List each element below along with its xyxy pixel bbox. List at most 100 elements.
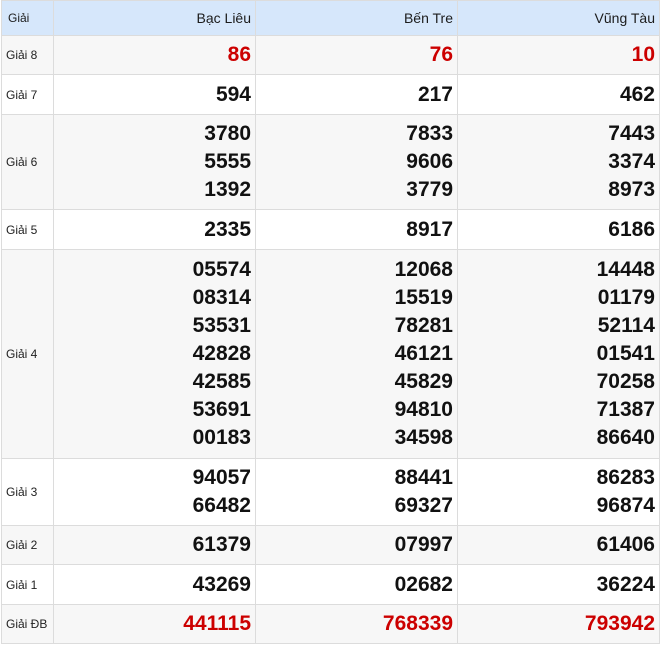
prize-number: 36224 bbox=[596, 572, 655, 596]
prize-number: 3779 bbox=[406, 178, 453, 201]
province-header-bac-lieu: Bạc Liêu bbox=[53, 0, 256, 36]
prize-cell-vung-tau: 86283 96874 bbox=[457, 458, 660, 526]
prize-number: 34598 bbox=[394, 426, 453, 449]
prize-number: 10 bbox=[631, 43, 655, 66]
prize-cell-vung-tau: 10 bbox=[457, 35, 660, 75]
prize-number: 15519 bbox=[394, 286, 453, 309]
prize-number: 76 bbox=[429, 43, 453, 66]
prize-cell-bac-lieu: 594 bbox=[53, 74, 256, 115]
prize-label: Giải 3 bbox=[1, 458, 54, 526]
prize-number: 8917 bbox=[406, 217, 453, 241]
prize-row: Giải 8 86 76 10 bbox=[1, 35, 660, 75]
prize-row: Giải 7 594 217 462 bbox=[1, 74, 660, 115]
province-header-ben-tre: Bến Tre bbox=[255, 0, 458, 36]
prize-number: 462 bbox=[619, 82, 655, 106]
prize-cell-vung-tau: 7443 3374 8973 bbox=[457, 114, 660, 210]
prize-cell-ben-tre: 7833 9606 3779 bbox=[255, 114, 458, 210]
prize-row: Giải ĐB 441115 768339 793942 bbox=[1, 604, 660, 644]
prize-number: 01179 bbox=[597, 286, 655, 309]
prize-number: 7833 bbox=[406, 122, 453, 145]
prize-number: 00183 bbox=[192, 426, 251, 449]
prize-number: 441115 bbox=[183, 612, 251, 635]
prize-number: 70258 bbox=[596, 370, 655, 393]
prize-number: 53691 bbox=[192, 398, 251, 421]
prize-number: 88441 bbox=[394, 466, 453, 489]
prize-number: 61379 bbox=[192, 533, 251, 556]
prize-number: 45829 bbox=[394, 370, 453, 393]
prize-cell-bac-lieu: 61379 bbox=[53, 525, 256, 565]
prize-number: 86283 bbox=[596, 466, 655, 489]
prize-number: 71387 bbox=[596, 398, 655, 421]
prize-cell-ben-tre: 76 bbox=[255, 35, 458, 75]
prize-cell-ben-tre: 8917 bbox=[255, 209, 458, 250]
prize-number: 61406 bbox=[596, 533, 655, 556]
prize-row: Giải 4 05574 08314 53531 42828 42585 53691 0018… bbox=[1, 249, 660, 459]
prize-number: 2335 bbox=[204, 217, 251, 241]
prize-number: 46121 bbox=[394, 342, 453, 365]
prize-label: Giải 2 bbox=[1, 525, 54, 565]
prize-number: 78281 bbox=[394, 314, 453, 337]
prize-cell-vung-tau: 462 bbox=[457, 74, 660, 115]
prize-number: 96874 bbox=[596, 494, 655, 517]
prize-row: Giải 5 2335 8917 6186 bbox=[1, 209, 660, 250]
prize-cell-vung-tau: 793942 bbox=[457, 604, 660, 644]
prize-number: 14448 bbox=[596, 258, 655, 281]
prize-number: 594 bbox=[215, 82, 251, 106]
prize-label: Giải 8 bbox=[1, 35, 54, 75]
prize-cell-bac-lieu: 43269 bbox=[53, 564, 256, 605]
prize-cell-bac-lieu: 05574 08314 53531 42828 42585 53691 00183 bbox=[53, 249, 256, 459]
prize-number: 217 bbox=[417, 82, 453, 106]
prize-cell-bac-lieu: 86 bbox=[53, 35, 256, 75]
prize-number: 12068 bbox=[394, 258, 453, 281]
prize-row: Giải 2 61379 07997 61406 bbox=[1, 525, 660, 565]
prize-number: 6186 bbox=[608, 217, 655, 241]
prize-cell-vung-tau: 61406 bbox=[457, 525, 660, 565]
header-row: Giải Bạc Liêu Bến Tre Vũng Tàu bbox=[1, 0, 660, 36]
prize-column-header: Giải bbox=[1, 0, 54, 36]
prize-number: 768339 bbox=[382, 612, 453, 635]
prize-number: 86 bbox=[227, 43, 251, 66]
prize-cell-vung-tau: 6186 bbox=[457, 209, 660, 250]
prize-number: 52114 bbox=[597, 314, 655, 337]
prize-row: Giải 6 3780 5555 1392 7833 9606 3779 7443 3374 89… bbox=[1, 114, 660, 210]
prize-row: Giải 1 43269 02682 36224 bbox=[1, 564, 660, 605]
prize-cell-ben-tre: 07997 bbox=[255, 525, 458, 565]
prize-label: Giải 6 bbox=[1, 114, 54, 210]
prize-number: 08314 bbox=[192, 286, 251, 309]
prize-cell-ben-tre: 02682 bbox=[255, 564, 458, 605]
province-header-vung-tau: Vũng Tàu bbox=[457, 0, 660, 36]
prize-number: 01541 bbox=[596, 342, 655, 365]
prize-number: 66482 bbox=[192, 494, 251, 517]
prize-number: 69327 bbox=[394, 494, 453, 517]
prize-number: 53531 bbox=[192, 314, 251, 337]
lottery-results-table: Giải Bạc Liêu Bến Tre Vũng Tàu Giải 8 86 7… bbox=[1, 0, 660, 644]
prize-number: 9606 bbox=[406, 150, 453, 173]
prize-label: Giải 7 bbox=[1, 74, 54, 115]
prize-cell-ben-tre: 88441 69327 bbox=[255, 458, 458, 526]
prize-label: Giải 4 bbox=[1, 249, 54, 459]
prize-label: Giải 1 bbox=[1, 564, 54, 605]
prize-number: 42828 bbox=[192, 342, 251, 365]
prize-number: 94810 bbox=[394, 398, 453, 421]
prize-cell-bac-lieu: 441115 bbox=[53, 604, 256, 644]
prize-cell-bac-lieu: 2335 bbox=[53, 209, 256, 250]
prize-label: Giải ĐB bbox=[1, 604, 54, 644]
prize-number: 43269 bbox=[192, 572, 251, 596]
prize-cell-bac-lieu: 3780 5555 1392 bbox=[53, 114, 256, 210]
prize-label: Giải 5 bbox=[1, 209, 54, 250]
prize-cell-vung-tau: 36224 bbox=[457, 564, 660, 605]
prize-number: 793942 bbox=[584, 612, 655, 635]
prize-cell-ben-tre: 217 bbox=[255, 74, 458, 115]
prize-number: 3374 bbox=[608, 150, 655, 173]
prize-number: 07997 bbox=[394, 533, 453, 556]
prize-number: 86640 bbox=[596, 426, 655, 449]
prize-number: 42585 bbox=[192, 370, 251, 393]
prize-cell-bac-lieu: 94057 66482 bbox=[53, 458, 256, 526]
prize-cell-ben-tre: 768339 bbox=[255, 604, 458, 644]
prize-number: 05574 bbox=[192, 258, 251, 281]
prize-number: 3780 bbox=[204, 122, 251, 145]
prize-number: 02682 bbox=[394, 572, 453, 596]
prize-number: 1392 bbox=[204, 178, 251, 201]
prize-number: 7443 bbox=[608, 122, 655, 145]
prize-cell-vung-tau: 14448 01179 52114 01541 70258 71387 86640 bbox=[457, 249, 660, 459]
